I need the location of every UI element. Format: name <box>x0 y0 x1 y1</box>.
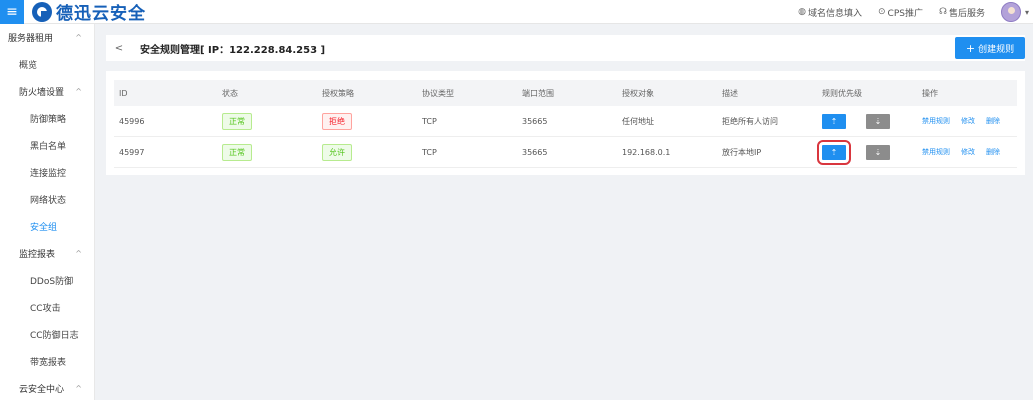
disable-rule-link[interactable]: 禁用规则 <box>922 116 950 126</box>
policy-badge: 允许 <box>322 143 352 161</box>
priority-down-button[interactable]: ⇣ <box>866 144 890 160</box>
arrow-down-icon: ⇣ <box>874 147 882 157</box>
column-header-description: 描述 <box>722 88 738 98</box>
cell-id: 45997 <box>119 147 145 157</box>
cell-target: 192.168.0.1 <box>622 147 671 157</box>
cell-description: 拒绝所有人访问 <box>722 116 778 126</box>
edit-link[interactable]: 修改 <box>961 147 975 157</box>
sidebar-item-network-status[interactable]: 网络状态 <box>0 186 94 213</box>
chevron-up-icon: ^ <box>75 249 82 258</box>
brand-logo[interactable]: 德迅云安全 <box>32 0 146 24</box>
priority-up-button[interactable]: ⇡ <box>817 139 851 165</box>
row-actions: 禁用规则 修改 删除 <box>917 116 1017 126</box>
sidebar-item-security-group[interactable]: 安全组 <box>0 213 94 240</box>
sidebar-group-label: 服务器租用 <box>8 34 54 44</box>
sidebar-item-overview[interactable]: 概览 <box>0 51 94 78</box>
column-header-port: 端口范围 <box>522 88 554 98</box>
support-label: 售后服务 <box>948 8 985 19</box>
chevron-up-icon: ^ <box>75 384 82 393</box>
menu-toggle-button[interactable]: ≡ <box>0 0 24 24</box>
sidebar-item-blackwhite-list[interactable]: 黑白名单 <box>0 132 94 159</box>
domain-info-link[interactable]: ◍ 域名信息填入 <box>798 6 862 19</box>
delete-link[interactable]: 删除 <box>986 116 1000 126</box>
top-bar: ≡ 德迅云安全 ◍ 域名信息填入 ⊙ CPS推广 ☊ 售后服务 ▾ <box>0 0 1033 24</box>
column-header-policy: 授权策略 <box>322 88 354 98</box>
sidebar: 服务器租用 ^ 概览 防火墙设置 ^ 防御策略 黑白名单 连接监控 网络状态 安… <box>0 24 95 400</box>
sidebar-item-ddos[interactable]: DDoS防御 <box>0 267 94 294</box>
page-header: < 安全规则管理[ IP：122.228.84.253 ] + 创建规则 <box>106 35 1025 61</box>
sidebar-group-label: 云安全中心 <box>19 385 65 395</box>
create-rule-button[interactable]: + 创建规则 <box>955 37 1025 59</box>
arrow-up-icon: ⇡ <box>830 116 838 126</box>
cell-description: 放行本地IP <box>722 147 762 157</box>
chevron-up-icon: ^ <box>75 33 82 42</box>
sidebar-group-cloud-security[interactable]: 云安全中心 ^ <box>0 375 94 400</box>
globe-icon: ◍ <box>798 7 806 17</box>
column-header-actions: 操作 <box>922 88 938 98</box>
column-header-status: 状态 <box>222 88 238 98</box>
table-header: ID 状态 授权策略 协议类型 端口范围 授权对象 描述 规则优先级 操作 <box>114 80 1017 106</box>
logo-icon <box>32 1 52 22</box>
priority-down-button[interactable]: ⇣ <box>866 113 890 129</box>
hamburger-icon: ≡ <box>6 3 18 20</box>
cell-port: 35665 <box>522 116 548 126</box>
priority-controls: ⇡ ⇣ <box>817 113 917 129</box>
headset-icon: ☊ <box>938 7 947 17</box>
table-row: 45996 正常 拒绝 TCP 35665 任何地址 拒绝所有人访问 ⇡ ⇣ 禁… <box>114 106 1017 137</box>
support-link[interactable]: ☊ 售后服务 <box>939 6 985 19</box>
edit-link[interactable]: 修改 <box>961 116 975 126</box>
arrow-up-icon: ⇡ <box>830 147 838 157</box>
cell-id: 45996 <box>119 116 145 126</box>
cps-link[interactable]: ⊙ CPS推广 <box>878 6 923 19</box>
create-rule-label: 创建规则 <box>978 44 1015 55</box>
table-row: 45997 正常 允许 TCP 35665 192.168.0.1 放行本地IP… <box>114 137 1017 168</box>
rules-table-card: ID 状态 授权策略 协议类型 端口范围 授权对象 描述 规则优先级 操作 45… <box>106 71 1025 175</box>
rules-table: ID 状态 授权策略 协议类型 端口范围 授权对象 描述 规则优先级 操作 45… <box>114 80 1017 168</box>
column-header-id: ID <box>119 88 128 98</box>
sidebar-item-cc-attack[interactable]: CC攻击 <box>0 294 94 321</box>
cell-protocol: TCP <box>422 116 437 126</box>
chevron-down-icon[interactable]: ▾ <box>1025 8 1029 17</box>
top-right-links: ◍ 域名信息填入 ⊙ CPS推广 ☊ 售后服务 ▾ <box>798 0 1033 24</box>
disable-rule-link[interactable]: 禁用规则 <box>922 147 950 157</box>
sidebar-item-defense-policy[interactable]: 防御策略 <box>0 105 94 132</box>
sidebar-group-firewall[interactable]: 防火墙设置 ^ <box>0 78 94 105</box>
sidebar-item-bandwidth[interactable]: 带宽报表 <box>0 348 94 375</box>
sidebar-group-server-rental[interactable]: 服务器租用 ^ <box>0 24 94 51</box>
chevron-up-icon: ^ <box>75 87 82 96</box>
arrow-down-icon: ⇣ <box>874 116 882 126</box>
priority-up-button[interactable]: ⇡ <box>822 113 846 129</box>
sidebar-item-connection-monitor[interactable]: 连接监控 <box>0 159 94 186</box>
sidebar-group-label: 防火墙设置 <box>19 88 65 98</box>
plus-icon: + <box>965 41 976 55</box>
column-header-priority: 规则优先级 <box>822 88 862 98</box>
column-header-protocol: 协议类型 <box>422 88 454 98</box>
delete-link[interactable]: 删除 <box>986 147 1000 157</box>
status-badge: 正常 <box>222 112 252 130</box>
policy-badge: 拒绝 <box>322 112 352 130</box>
sidebar-group-label: 监控报表 <box>19 250 56 260</box>
cps-label: CPS推广 <box>887 8 923 19</box>
cell-port: 35665 <box>522 147 548 157</box>
brand-name: 德迅云安全 <box>56 4 146 24</box>
priority-controls: ⇡ ⇣ <box>817 139 917 165</box>
row-actions: 禁用规则 修改 删除 <box>917 147 1017 157</box>
cell-target: 任何地址 <box>622 116 654 126</box>
target-icon: ⊙ <box>877 7 886 17</box>
sidebar-item-cc-log[interactable]: CC防御日志 <box>0 321 94 348</box>
status-badge: 正常 <box>222 143 252 161</box>
page-title: 安全规则管理[ IP：122.228.84.253 ] <box>140 44 326 56</box>
sidebar-group-monitoring[interactable]: 监控报表 ^ <box>0 240 94 267</box>
column-header-target: 授权对象 <box>622 88 654 98</box>
domain-info-label: 域名信息填入 <box>807 8 862 19</box>
cell-protocol: TCP <box>422 147 437 157</box>
avatar[interactable] <box>1000 2 1021 22</box>
back-icon[interactable]: < <box>106 43 132 54</box>
